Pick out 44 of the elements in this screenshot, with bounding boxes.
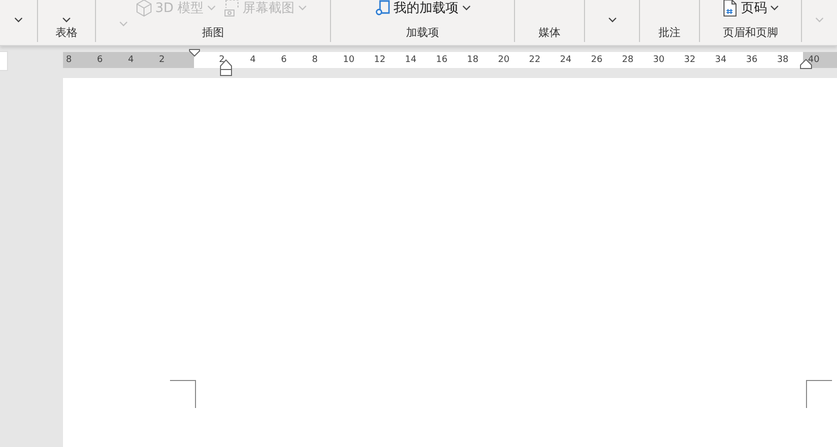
- ruler-number: 4: [128, 55, 134, 65]
- caret-icon[interactable]: [608, 17, 616, 23]
- ruler-number: 6: [281, 55, 287, 65]
- ruler-number: 24: [560, 55, 572, 65]
- crop-mark-icon: [170, 380, 196, 408]
- ruler-number: 8: [312, 55, 318, 65]
- caret-icon[interactable]: [14, 17, 23, 23]
- group-label: 加载项: [405, 26, 440, 40]
- screenshot-icon: [224, 0, 240, 17]
- caret-icon[interactable]: [770, 5, 779, 11]
- ruler-number: 34: [715, 55, 726, 65]
- page-number-icon: [722, 0, 738, 17]
- caret-icon[interactable]: [462, 5, 470, 11]
- ruler-number: 16: [436, 55, 448, 65]
- group-label: 表格: [54, 26, 78, 40]
- ruler-number: 38: [777, 55, 788, 65]
- ruler-number: 40: [808, 54, 820, 67]
- ribbon-button[interactable]: 我的加载项: [374, 0, 470, 18]
- ruler-number: 8: [66, 55, 72, 65]
- ruler-number: 36: [746, 55, 758, 65]
- ruler-number: 10: [343, 55, 354, 65]
- ruler-number: 22: [529, 55, 540, 65]
- caret-icon[interactable]: [62, 17, 71, 23]
- group-label: 批注: [658, 26, 682, 40]
- group-label: 媒体: [538, 26, 562, 40]
- ruler-number: 14: [405, 55, 416, 65]
- ruler-number: 6: [97, 55, 103, 65]
- indent-marker-icon[interactable]: [189, 49, 200, 57]
- ruler-number: 4: [250, 55, 256, 65]
- ruler-number: 18: [467, 55, 478, 65]
- ruler-number: 28: [622, 55, 634, 65]
- ruler-number: 26: [591, 55, 602, 65]
- ruler-number: 2: [219, 55, 225, 65]
- ruler-number: 12: [374, 55, 386, 65]
- group-label: 页眉和页脚: [722, 26, 779, 40]
- ruler-number: 20: [498, 55, 510, 65]
- ribbon-button[interactable]: 页码: [722, 0, 779, 18]
- ruler-number: 32: [684, 55, 696, 65]
- cube-icon: [136, 0, 152, 17]
- addin-icon: [374, 0, 390, 17]
- group-label: 插图: [201, 26, 225, 40]
- ruler-number: 30: [653, 55, 664, 65]
- ruler-number: 2: [159, 55, 165, 65]
- crop-mark-icon: [806, 380, 832, 408]
